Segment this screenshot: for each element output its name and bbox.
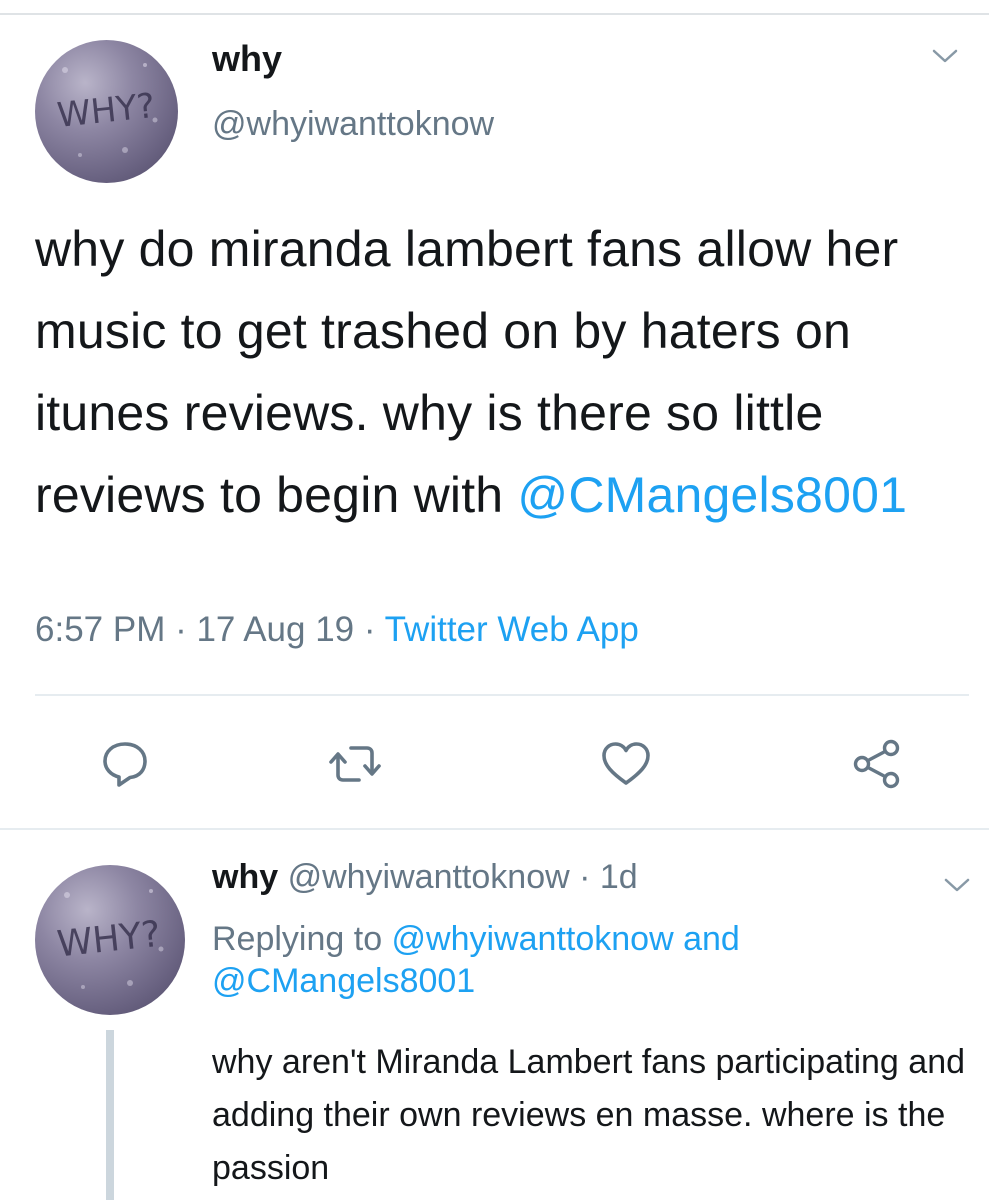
replying-conjunction[interactable]: and xyxy=(674,920,740,958)
heart-icon[interactable] xyxy=(600,738,652,790)
mention-link[interactable]: @CMangels8001 xyxy=(517,467,907,523)
handle[interactable]: @whyiwanttoknow xyxy=(212,105,494,144)
tweet-divider xyxy=(0,828,989,830)
chevron-down-icon[interactable] xyxy=(944,877,970,893)
tweet-meta: 6:57 PM · 17 Aug 19 · Twitter Web App xyxy=(35,610,639,650)
avatar-text: WHY? xyxy=(55,86,157,136)
replying-to: Replying to @whyiwanttoknow and @CMangels… xyxy=(212,918,972,1002)
tweet-age: 1d xyxy=(599,858,638,896)
replying-prefix: Replying to xyxy=(212,920,392,958)
thread-line xyxy=(106,1030,114,1200)
top-divider xyxy=(0,13,989,15)
chevron-down-icon[interactable] xyxy=(932,48,958,64)
avatar[interactable]: WHY? xyxy=(35,40,178,183)
meta-separator: · xyxy=(354,610,385,649)
display-name[interactable]: why xyxy=(212,858,278,896)
reply-tweet-text: why aren't Miranda Lambert fans particip… xyxy=(212,1043,966,1187)
share-icon[interactable] xyxy=(851,738,903,790)
avatar-text: WHY? xyxy=(55,914,162,966)
tweet-time: 6:57 PM xyxy=(35,610,166,649)
source-app-link[interactable]: Twitter Web App xyxy=(385,610,639,649)
mention-link[interactable]: @CMangels8001 xyxy=(212,962,475,1000)
reply-icon[interactable] xyxy=(99,738,151,790)
retweet-icon[interactable] xyxy=(329,738,381,790)
meta-separator: · xyxy=(569,858,600,896)
meta-separator: · xyxy=(165,610,197,649)
actions-divider xyxy=(35,694,969,696)
display-name[interactable]: why xyxy=(212,38,282,80)
tweet-date: 17 Aug 19 xyxy=(196,610,355,649)
handle[interactable]: @whyiwanttoknow xyxy=(288,858,570,896)
reply-header: why @whyiwanttoknow · 1d xyxy=(212,858,638,897)
mention-link[interactable]: @whyiwanttoknow xyxy=(392,920,674,958)
avatar[interactable]: WHY? xyxy=(35,865,185,1015)
tweet-text: why do miranda lambert fans allow her mu… xyxy=(35,208,965,536)
